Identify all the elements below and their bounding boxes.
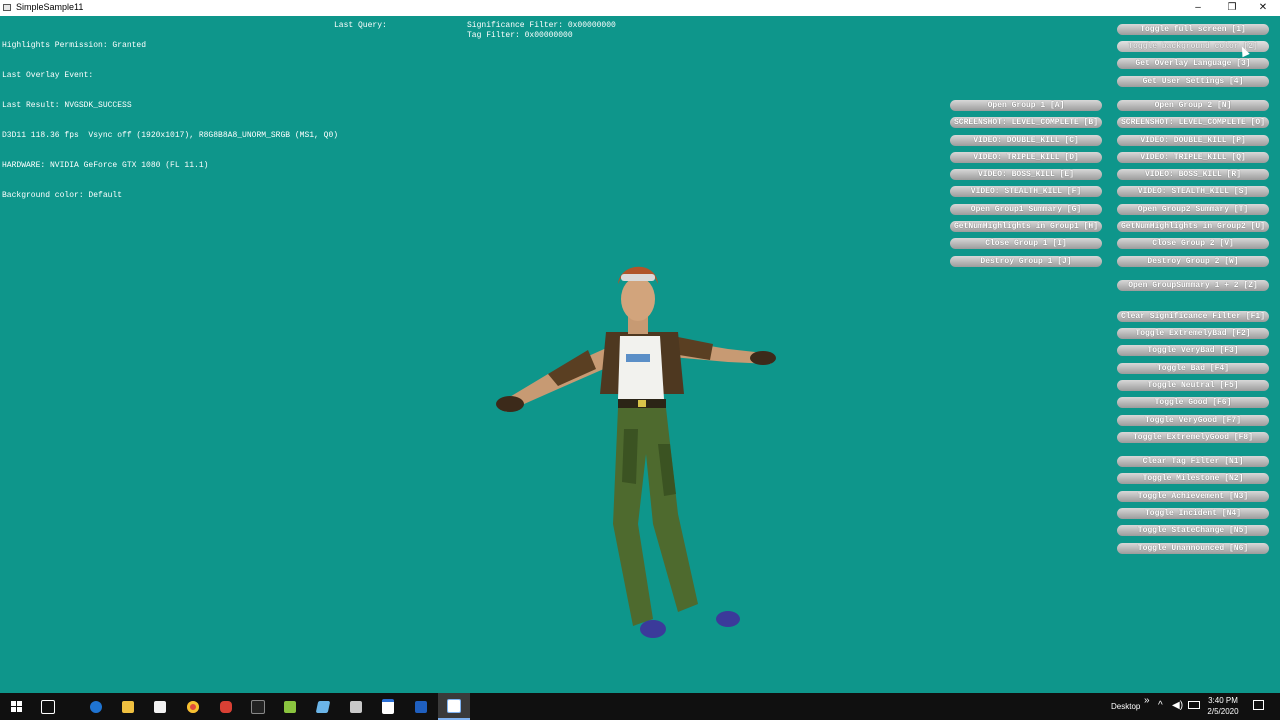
toggle-very-bad-button[interactable]: Toggle VeryBad [F3] <box>1117 345 1269 356</box>
g2-screenshot-level-complete-button[interactable]: SCREENSHOT: LEVEL_COMPLETE [O] <box>1117 117 1269 128</box>
destroy-group-1-button[interactable]: Destroy Group 1 [J] <box>950 256 1102 267</box>
left-glove <box>496 396 524 412</box>
g1-video-stealth-kill-button[interactable]: VIDEO: STEALTH_KILL [F] <box>950 186 1102 197</box>
clock-time: 3:40 PM <box>1208 696 1238 705</box>
taskbar: Desktop » ^ ◀) 3:40 PM 2/5/2020 <box>0 693 1280 720</box>
clock-date: 2/5/2020 <box>1207 707 1239 716</box>
toggle-milestone-button[interactable]: Toggle Milestone [N2] <box>1117 473 1269 484</box>
head <box>621 277 655 321</box>
toggle-bad-button[interactable]: Toggle Bad [F4] <box>1117 363 1269 374</box>
hud-line: Highlights Permission: Granted <box>2 41 147 50</box>
g2-video-stealth-kill-button[interactable]: VIDEO: STEALTH_KILL [S] <box>1117 186 1269 197</box>
toggle-full-screen-button[interactable]: Toggle full screen [1] <box>1117 24 1269 35</box>
belt-buckle <box>638 400 646 407</box>
toggle-achievement-button[interactable]: Toggle Achievement [N3] <box>1117 491 1269 502</box>
volume-icon[interactable]: ◀) <box>1172 700 1183 711</box>
toggle-incident-button[interactable]: Toggle Incident [N4] <box>1117 508 1269 519</box>
app-icon <box>3 4 11 11</box>
get-num-highlights-group2-button[interactable]: GetNumHighlights in Group2 [U] <box>1117 221 1269 232</box>
powershell-icon[interactable] <box>405 693 437 720</box>
open-group-2-button[interactable]: Open Group 2 [N] <box>1117 100 1269 111</box>
get-user-settings-button[interactable]: Get User Settings [4] <box>1117 76 1269 87</box>
g1-screenshot-level-complete-button[interactable]: SCREENSHOT: LEVEL_COMPLETE [B] <box>950 117 1102 128</box>
desktop-toolbar-label[interactable]: Desktop <box>1111 702 1140 711</box>
store-icon[interactable] <box>144 693 176 720</box>
toggle-state-change-button[interactable]: Toggle StateChange [N5] <box>1117 525 1269 536</box>
simplesample-icon[interactable] <box>438 693 470 720</box>
toggle-extremely-bad-button[interactable]: Toggle ExtremelyBad [F2] <box>1117 328 1269 339</box>
g2-video-triple-kill-button[interactable]: VIDEO: TRIPLE_KILL [Q] <box>1117 152 1269 163</box>
toggle-good-button[interactable]: Toggle Good [F6] <box>1117 397 1269 408</box>
open-group-1-button[interactable]: Open Group 1 [A] <box>950 100 1102 111</box>
goggles <box>621 274 655 281</box>
toggle-unannounced-button[interactable]: Toggle Unannounced [N6] <box>1117 543 1269 554</box>
open-group-summary-both-button[interactable]: Open GroupSummary 1 + 2 [Z] <box>1117 280 1269 291</box>
hud-line: Last Overlay Event: <box>2 71 94 80</box>
system-clock[interactable]: 3:40 PM 2/5/2020 <box>1198 695 1248 717</box>
hud-line: HARDWARE: NVIDIA GeForce GTX 1080 (FL 11… <box>2 161 209 170</box>
hud-line: D3D11 118.36 fps Vsync off (1920x1017), … <box>2 131 339 140</box>
hud-status: Highlights Permission: Granted Last Over… <box>2 21 338 221</box>
windows-start-icon[interactable] <box>0 693 32 720</box>
right-glove <box>750 351 776 365</box>
terminal-icon[interactable] <box>242 693 274 720</box>
toggle-very-good-button[interactable]: Toggle VeryGood [F7] <box>1117 415 1269 426</box>
notepad-plus-icon[interactable] <box>274 693 306 720</box>
g1-video-boss-kill-button[interactable]: VIDEO: BOSS_KILL [E] <box>950 169 1102 180</box>
app-icon[interactable] <box>307 693 339 720</box>
render-viewport: Highlights Permission: Granted Last Over… <box>0 16 1280 693</box>
clear-tag-filter-button[interactable]: Clear Tag Filter [N1] <box>1117 456 1269 467</box>
character-model <box>496 266 776 638</box>
task-view-icon[interactable] <box>32 693 64 720</box>
left-shoe <box>640 620 666 638</box>
right-shoe <box>716 611 740 627</box>
file-explorer-icon[interactable] <box>112 693 144 720</box>
destroy-group-2-button[interactable]: Destroy Group 2 [W] <box>1117 256 1269 267</box>
close-group-2-button[interactable]: Close Group 2 [V] <box>1117 238 1269 249</box>
window-titlebar: SimpleSample11 – ❐ ✕ <box>0 0 1280 16</box>
minimize-button[interactable]: – <box>1184 0 1212 16</box>
g1-video-triple-kill-button[interactable]: VIDEO: TRIPLE_KILL [D] <box>950 152 1102 163</box>
app-icon[interactable] <box>340 693 372 720</box>
open-group1-summary-button[interactable]: Open Group1 Summary [G] <box>950 204 1102 215</box>
chrome-icon[interactable] <box>177 693 209 720</box>
notifications-icon[interactable] <box>1253 700 1264 710</box>
hud-tag-filter: Tag Filter: 0x00000000 <box>467 31 573 40</box>
clear-significance-filter-button[interactable]: Clear Significance Filter [F1] <box>1117 311 1269 322</box>
window-icon[interactable] <box>372 693 404 720</box>
pants-shade <box>622 429 638 484</box>
get-num-highlights-group1-button[interactable]: GetNumHighlights in Group1 [H] <box>950 221 1102 232</box>
hud-significance-filter: Significance Filter: 0x00000000 <box>467 21 616 30</box>
hud-line: Last Result: NVGSDK_SUCCESS <box>2 101 132 110</box>
shirt <box>618 336 664 399</box>
toolbar-chevron-icon[interactable]: » <box>1144 695 1150 706</box>
close-button[interactable]: ✕ <box>1249 0 1277 16</box>
close-group-1-button[interactable]: Close Group 1 [I] <box>950 238 1102 249</box>
toggle-extremely-good-button[interactable]: Toggle ExtremelyGood [F8] <box>1117 432 1269 443</box>
g2-video-double-kill-button[interactable]: VIDEO: DOUBLE_KILL [P] <box>1117 135 1269 146</box>
window-title: SimpleSample11 <box>16 2 84 12</box>
g2-video-boss-kill-button[interactable]: VIDEO: BOSS_KILL [R] <box>1117 169 1269 180</box>
toggle-neutral-button[interactable]: Toggle Neutral [F5] <box>1117 380 1269 391</box>
get-overlay-language-button[interactable]: Get Overlay Language [3] <box>1117 58 1269 69</box>
g1-video-double-kill-button[interactable]: VIDEO: DOUBLE_KILL [C] <box>950 135 1102 146</box>
edge-icon[interactable] <box>80 693 112 720</box>
open-group2-summary-button[interactable]: Open Group2 Summary [T] <box>1117 204 1269 215</box>
hud-line: Background color: Default <box>2 191 123 200</box>
hud-last-query: Last Query: <box>334 21 387 30</box>
shirt-logo <box>626 354 650 362</box>
maximize-button[interactable]: ❐ <box>1218 0 1246 16</box>
vivaldi-icon[interactable] <box>210 693 242 720</box>
chevron-up-icon[interactable]: ^ <box>1158 700 1163 711</box>
